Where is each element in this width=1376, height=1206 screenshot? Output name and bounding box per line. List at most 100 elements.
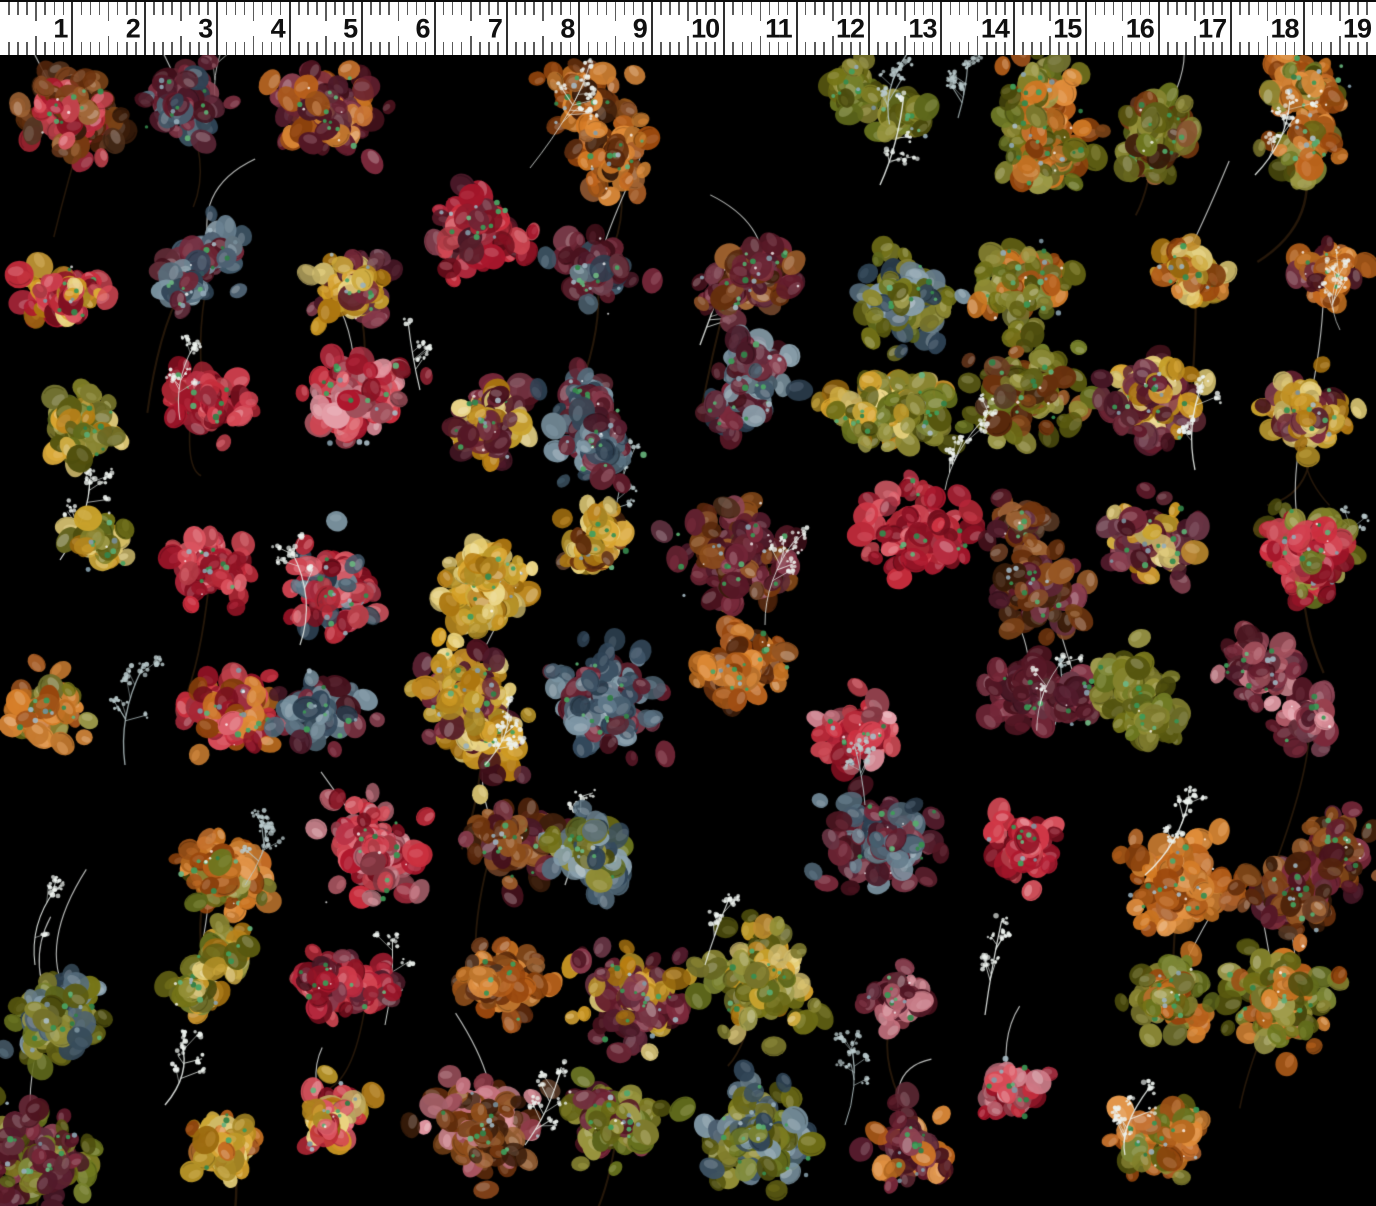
ruler-tick xyxy=(751,42,753,55)
ruler-tick xyxy=(1067,42,1069,55)
ruler-tick xyxy=(678,2,680,15)
ruler-tick xyxy=(624,2,626,15)
ruler-number: 15 xyxy=(1039,15,1081,42)
ruler-tick xyxy=(307,2,309,15)
ruler-tick xyxy=(533,2,535,15)
ruler-tick xyxy=(1149,42,1151,55)
ruler-tick xyxy=(1058,42,1060,55)
ruler-tick xyxy=(153,42,155,55)
ruler-tick xyxy=(1221,42,1223,55)
ruler-tick xyxy=(1185,42,1187,55)
ruler-tick xyxy=(551,2,553,15)
ruler-tick xyxy=(1095,42,1097,55)
ruler-number: 3 xyxy=(170,15,212,42)
ruler-tick xyxy=(1321,2,1323,15)
ruler-tick xyxy=(117,2,119,15)
ruler-tick xyxy=(560,42,562,55)
ruler-tick xyxy=(959,2,961,15)
ruler-tick xyxy=(1312,2,1314,15)
ruler-tick xyxy=(63,42,65,55)
ruler-tick xyxy=(479,42,481,55)
ruler-tick xyxy=(742,42,744,55)
ruler-tick xyxy=(1312,42,1314,55)
ruler-tick xyxy=(805,42,807,55)
ruler-tick xyxy=(732,42,734,55)
ruler-tick xyxy=(1185,2,1187,15)
ruler-tick xyxy=(642,42,644,55)
ruler-tick xyxy=(461,2,463,15)
ruler-tick xyxy=(950,2,952,15)
ruler-tick xyxy=(1095,2,1097,15)
ruler-tick xyxy=(497,42,499,55)
ruler-tick xyxy=(298,2,300,15)
ruler-tick xyxy=(316,2,318,15)
ruler-tick xyxy=(1031,2,1033,15)
ruler-tick xyxy=(488,42,490,55)
ruler-tick xyxy=(850,42,852,55)
ruler-tick xyxy=(895,42,897,55)
ruler-number: 16 xyxy=(1112,15,1154,42)
ruler-tick xyxy=(1022,42,1024,55)
ruler-tick xyxy=(443,42,445,55)
ruler-tick xyxy=(1022,2,1024,15)
ruler-tick xyxy=(235,2,237,15)
ruler-tick xyxy=(877,42,879,55)
ruler-inch-line xyxy=(1013,2,1015,55)
ruler-tick xyxy=(388,2,390,15)
ruler-number: 19 xyxy=(1329,15,1371,42)
ruler-number: 2 xyxy=(98,15,140,42)
ruler-tick xyxy=(207,42,209,55)
ruler-tick xyxy=(1004,42,1006,55)
ruler-inch-line xyxy=(1303,2,1305,55)
ruler-tick xyxy=(316,42,318,55)
ruler-tick xyxy=(99,2,101,15)
ruler-tick xyxy=(271,42,273,55)
ruler-tick xyxy=(814,42,816,55)
ruler-tick xyxy=(732,2,734,15)
ruler-tick xyxy=(1366,42,1368,55)
ruler-tick xyxy=(407,2,409,15)
ruler-number: 1 xyxy=(25,15,67,42)
ruler-tick xyxy=(1248,2,1250,15)
ruler-tick xyxy=(1285,42,1287,55)
ruler-tick xyxy=(370,42,372,55)
ruler-tick xyxy=(968,2,970,15)
ruler-tick xyxy=(742,2,744,15)
floral-fabric-print xyxy=(0,55,1376,1206)
ruler-tick xyxy=(1239,2,1241,15)
ruler-tick xyxy=(343,42,345,55)
ruler-tick xyxy=(778,42,780,55)
ruler-inch-line xyxy=(289,2,291,55)
ruler-tick xyxy=(1167,2,1169,15)
ruler-tick xyxy=(606,2,608,15)
ruler-number: 11 xyxy=(750,15,792,42)
ruler-tick xyxy=(678,42,680,55)
ruler-tick xyxy=(1040,2,1042,15)
fabric-swatch: 12345678910111213141516171819 xyxy=(0,0,1376,1206)
ruler-tick xyxy=(17,42,19,55)
ruler-tick xyxy=(280,42,282,55)
ruler-tick xyxy=(416,42,418,55)
ruler-tick xyxy=(1140,42,1142,55)
ruler-tick xyxy=(44,2,46,15)
ruler-tick xyxy=(995,42,997,55)
ruler-tick xyxy=(162,2,164,15)
ruler-number: 7 xyxy=(460,15,502,42)
ruler-tick xyxy=(117,42,119,55)
ruler-tick xyxy=(669,42,671,55)
ruler-tick xyxy=(90,42,92,55)
ruler-tick xyxy=(597,42,599,55)
ruler-number: 12 xyxy=(822,15,864,42)
ruler-tick xyxy=(1104,2,1106,15)
ruler-number: 6 xyxy=(388,15,430,42)
ruler: 12345678910111213141516171819 xyxy=(0,0,1376,55)
ruler-number: 4 xyxy=(243,15,285,42)
ruler-tick xyxy=(135,42,137,55)
ruler-tick xyxy=(1113,2,1115,15)
ruler-tick xyxy=(1176,2,1178,15)
ruler-inch-line xyxy=(144,2,146,55)
ruler-tick xyxy=(54,42,56,55)
ruler-tick xyxy=(153,2,155,15)
ruler-tick xyxy=(226,42,228,55)
ruler-tick xyxy=(1203,42,1205,55)
